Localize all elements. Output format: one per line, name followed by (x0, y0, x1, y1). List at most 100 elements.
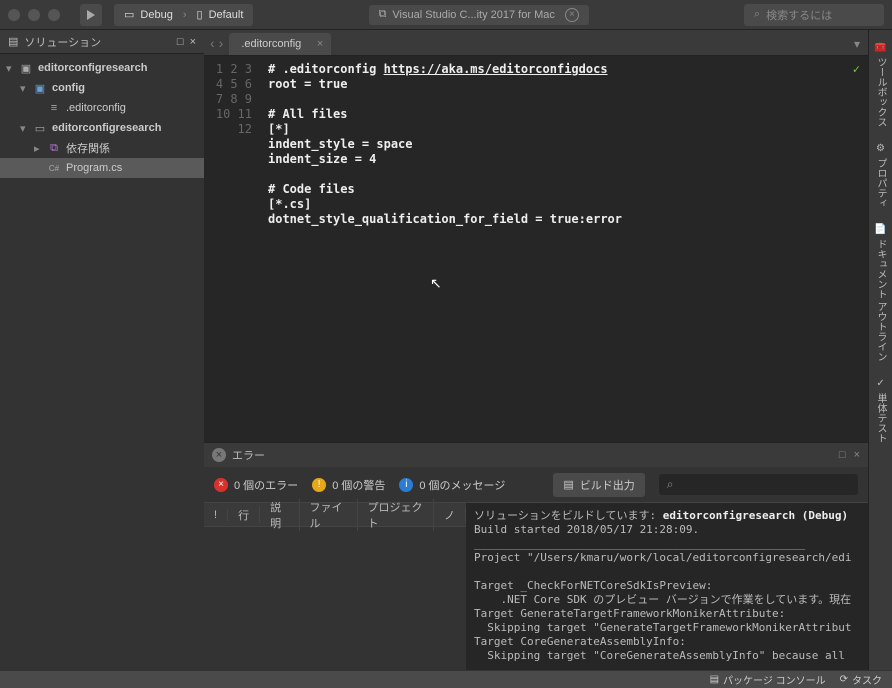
line-gutter: 1 2 3 4 5 6 7 8 9 10 11 12 (204, 56, 260, 442)
disclosure-icon[interactable]: ▸ (34, 142, 46, 155)
tasks-icon: ⟳ (840, 674, 848, 685)
column-header[interactable]: ノ (434, 507, 466, 523)
tree-item-program-cs[interactable]: C# Program.cs (0, 158, 204, 178)
error-icon: × (212, 448, 226, 462)
pin-icon[interactable]: □ (839, 449, 846, 461)
package-icon: ⧉ (46, 142, 62, 155)
rail-label: プロパティ (873, 158, 888, 208)
warnings-filter[interactable]: ! 0 個の警告 (312, 477, 385, 493)
tasks-button[interactable]: ⟳ タスク (840, 672, 882, 687)
rail-icon: ✓ (876, 378, 884, 389)
close-window-icon[interactable] (8, 9, 20, 21)
column-header[interactable]: プロジェクト (358, 499, 434, 531)
global-search[interactable]: ⌕ 検索するには (744, 4, 884, 26)
window-controls (8, 9, 60, 21)
titlebar: ▭ Debug › ▯ Default ⧉ Visual Studio C...… (0, 0, 892, 30)
editor-tab-bar: ‹ › .editorconfig × ▾ (204, 30, 868, 56)
code-editor[interactable]: 1 2 3 4 5 6 7 8 9 10 11 12 # .editorconf… (204, 56, 868, 442)
target-icon: ▯ (197, 8, 203, 21)
tree-item--editorconfig[interactable]: ≡ .editorconfig (0, 98, 204, 118)
code-content[interactable]: # .editorconfig https://aka.ms/editorcon… (260, 56, 868, 442)
run-configuration[interactable]: ▭ Debug › ▯ Default (114, 4, 253, 26)
close-icon[interactable]: × (190, 36, 196, 48)
close-icon[interactable]: × (854, 449, 860, 461)
tab-close-icon[interactable]: × (317, 38, 323, 50)
rail-icon: 📄 (874, 224, 886, 235)
rail-label: ドキュメント アウトライン (873, 239, 888, 362)
target-name: Default (209, 9, 244, 21)
build-output[interactable]: ソリューションをビルドしています: editorconfigresearch (… (466, 503, 868, 670)
solution-panel-header: ▤ ソリューション □ × (0, 30, 204, 54)
nav-back-icon[interactable]: ‹ (210, 35, 215, 51)
editor-tab[interactable]: .editorconfig × (229, 33, 331, 55)
warning-badge-icon: ! (312, 478, 326, 492)
build-icon: ▤ (563, 478, 573, 491)
zoom-window-icon[interactable] (48, 9, 60, 21)
column-header[interactable]: 行 (228, 507, 260, 523)
rail-label: 単体テスト (873, 393, 888, 443)
disclosure-icon[interactable]: ▾ (20, 82, 32, 95)
rail-label: ツールボックス (873, 57, 888, 127)
info-badge-icon: i (399, 478, 413, 492)
nav-forward-icon[interactable]: › (219, 35, 224, 51)
error-badge-icon: × (214, 478, 228, 492)
run-button[interactable] (80, 4, 102, 26)
file-icon: ≡ (46, 102, 62, 114)
tab-overflow-icon[interactable]: ▾ (846, 33, 868, 55)
column-header[interactable]: ファイル (300, 499, 358, 531)
tree-item-label: Program.cs (66, 162, 122, 174)
tree-item-editorconfigresearch[interactable]: ▾▣ editorconfigresearch (0, 58, 204, 78)
app-title-bar: ⧉ Visual Studio C...ity 2017 for Mac × (369, 5, 589, 25)
statusbar: ▤ パッケージ コンソール ⟳ タスク (0, 670, 892, 688)
search-icon: ⌕ (754, 8, 760, 21)
disclosure-icon[interactable]: ▾ (6, 62, 18, 75)
package-console-button[interactable]: ▤ パッケージ コンソール (710, 672, 826, 687)
messages-filter[interactable]: i 0 個のメッセージ (399, 477, 505, 493)
project-icon: ▭ (124, 8, 134, 21)
solution-icon: ▣ (18, 62, 34, 75)
errors-columns: !行説明ファイルプロジェクトノ (204, 503, 466, 527)
search-placeholder: 検索するには (766, 7, 832, 23)
tree-item-label: editorconfigresearch (52, 122, 161, 134)
solution-icon: ▤ (8, 35, 18, 48)
column-header[interactable]: 説明 (260, 499, 299, 531)
tree-item-label: .editorconfig (66, 102, 126, 114)
build-output-button[interactable]: ▤ ビルド出力 (553, 473, 644, 497)
errors-panel: × エラー □ × × 0 個のエラー ! 0 個の警告 i (204, 442, 868, 670)
stop-icon[interactable]: × (565, 8, 579, 22)
csharp-icon: C# (46, 164, 62, 173)
rail-tab-0[interactable]: 🧰 ツールボックス (871, 36, 890, 133)
folder-icon: ▣ (32, 82, 48, 95)
search-icon: ⌕ (667, 477, 674, 492)
tree-item-editorconfigresearch[interactable]: ▾▭ editorconfigresearch (0, 118, 204, 138)
tree-item--[interactable]: ▸⧉ 依存関係 (0, 138, 204, 158)
status-ok-icon: ✓ (853, 62, 860, 76)
minimize-window-icon[interactable] (28, 9, 40, 21)
disclosure-icon[interactable]: ▾ (20, 122, 32, 135)
rail-tab-1[interactable]: ⚙ プロパティ (871, 137, 890, 214)
right-rail: 🧰 ツールボックス ⚙ プロパティ 📄 ドキュメント アウトライン ✓ 単体テスト (868, 30, 892, 670)
errors-panel-title: エラー (232, 447, 265, 463)
rail-tab-2[interactable]: 📄 ドキュメント アウトライン (871, 218, 890, 368)
doc-link[interactable]: https://aka.ms/editorconfigdocs (384, 62, 608, 76)
mouse-cursor-icon: ↖ (430, 275, 442, 292)
rail-icon: ⚙ (876, 143, 885, 154)
errors-search[interactable]: ⌕ (659, 474, 858, 495)
chevron-right-icon: › (183, 9, 187, 21)
tree-item-config[interactable]: ▾▣ config (0, 78, 204, 98)
solution-panel-title: ソリューション (24, 34, 101, 50)
rail-tab-3[interactable]: ✓ 単体テスト (871, 372, 890, 449)
console-icon: ▤ (710, 674, 719, 685)
tab-filename: .editorconfig (241, 38, 301, 50)
app-title: Visual Studio C...ity 2017 for Mac (392, 9, 554, 21)
project-icon: ▭ (32, 122, 48, 135)
tree-item-label: 依存関係 (66, 140, 110, 156)
pin-icon[interactable]: □ (177, 36, 184, 48)
tree-item-label: config (52, 82, 85, 94)
config-name: Debug (140, 9, 172, 21)
rail-icon: 🧰 (874, 42, 886, 53)
solution-tree: ▾▣editorconfigresearch▾▣config≡.editorco… (0, 54, 204, 670)
tree-item-label: editorconfigresearch (38, 62, 147, 74)
errors-filter[interactable]: × 0 個のエラー (214, 477, 298, 493)
column-header[interactable]: ! (204, 509, 228, 521)
